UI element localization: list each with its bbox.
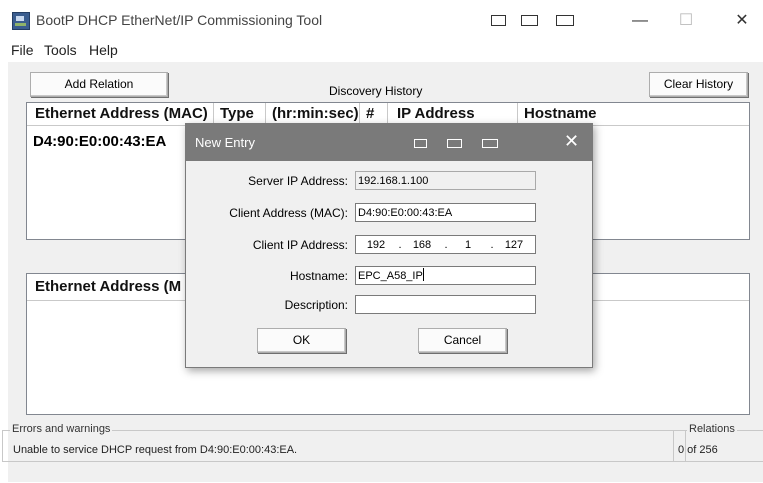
monitor-icon <box>556 15 574 26</box>
ip-octet-3[interactable]: 1 <box>450 236 486 253</box>
relations-label: Relations <box>687 423 737 435</box>
ip-octet-2[interactable]: 168 <box>404 236 440 253</box>
layout-icon <box>414 139 427 148</box>
add-relation-button[interactable]: Add Relation <box>30 72 168 97</box>
discovery-history-label: Discovery History <box>329 84 423 98</box>
description-label: Description: <box>284 298 348 312</box>
maximize-button[interactable]: ☐ <box>666 6 706 36</box>
new-entry-dialog: New Entry ✕ Server IP Address: 192.168.1… <box>185 123 593 368</box>
ip-dot: . <box>444 239 448 251</box>
minimize-button[interactable]: — <box>620 6 660 36</box>
column-mac[interactable]: Ethernet Address (M <box>35 278 181 295</box>
hostname-value: EPC_A58_IP <box>358 270 423 282</box>
menu-tools[interactable]: Tools <box>44 42 77 58</box>
menu-file[interactable]: File <box>11 42 34 58</box>
errors-label: Errors and warnings <box>10 423 113 435</box>
app-icon <box>12 12 30 30</box>
dialog-title: New Entry <box>195 135 255 150</box>
column-count[interactable]: # <box>366 105 374 122</box>
server-ip-field: 192.168.1.100 <box>355 171 536 190</box>
network-icon <box>447 139 462 148</box>
dialog-title-bar: New Entry ✕ <box>186 124 592 161</box>
menu-bar: File Tools Help <box>0 40 763 62</box>
description-field[interactable] <box>355 295 536 314</box>
ip-dot: . <box>398 239 402 251</box>
table-row[interactable]: D4:90:E0:00:43:EA <box>33 133 166 150</box>
column-mac[interactable]: Ethernet Address (MAC) <box>35 105 208 122</box>
hostname-field[interactable]: EPC_A58_IP <box>355 266 536 285</box>
column-time[interactable]: (hr:min:sec) <box>272 105 359 122</box>
column-type[interactable]: Type <box>220 105 254 122</box>
text-caret <box>422 268 424 281</box>
menu-help[interactable]: Help <box>89 42 118 58</box>
ip-octet-1[interactable]: 192 <box>358 236 394 253</box>
title-bar: BootP DHCP EtherNet/IP Commissioning Too… <box>0 0 763 40</box>
hostname-label: Hostname: <box>289 269 348 283</box>
client-ip-label: Client IP Address: <box>252 238 348 252</box>
cancel-button[interactable]: Cancel <box>418 328 507 353</box>
ok-button[interactable]: OK <box>257 328 346 353</box>
ip-dot: . <box>490 239 494 251</box>
client-mac-field[interactable]: D4:90:E0:00:43:EA <box>355 203 536 222</box>
server-ip-label: Server IP Address: <box>248 174 348 188</box>
status-message: Unable to service DHCP request from D4:9… <box>13 444 298 456</box>
column-hostname[interactable]: Hostname <box>524 105 597 122</box>
ip-octet-4[interactable]: 127 <box>496 236 532 253</box>
close-button[interactable]: ✕ <box>722 6 762 36</box>
relations-count: 0 of 256 <box>678 444 718 456</box>
clear-history-button[interactable]: Clear History <box>649 72 748 97</box>
layout-icon <box>491 15 506 26</box>
dialog-close-button[interactable]: ✕ <box>564 131 579 152</box>
client-mac-label: Client Address (MAC): <box>229 206 348 220</box>
column-ip-address[interactable]: IP Address <box>397 105 475 122</box>
client-ip-field[interactable]: 192 . 168 . 1 . 127 <box>355 235 536 254</box>
network-icon <box>521 15 538 26</box>
window-title: BootP DHCP EtherNet/IP Commissioning Too… <box>36 12 323 28</box>
monitor-icon <box>482 139 498 148</box>
